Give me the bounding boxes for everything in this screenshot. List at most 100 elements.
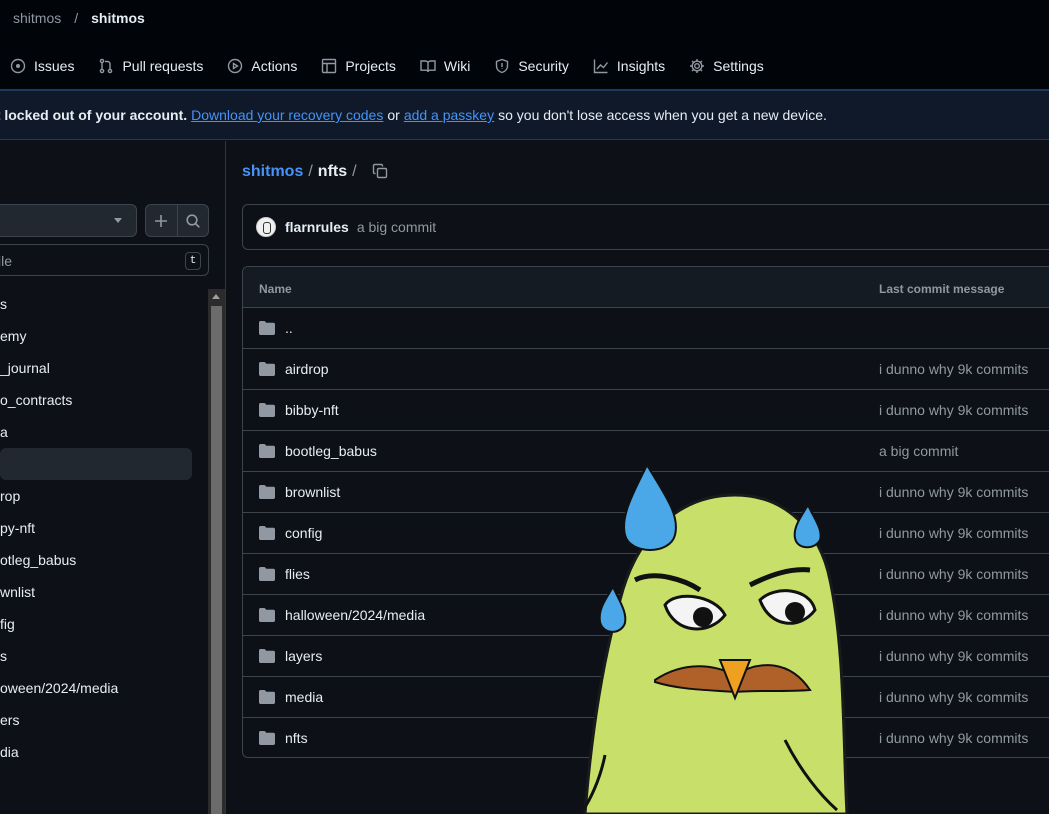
tab-label: Projects — [345, 58, 396, 74]
tree-item-selected[interactable] — [0, 448, 192, 480]
issue-icon — [10, 58, 26, 74]
tree-actions — [145, 204, 209, 237]
file-commit-message[interactable]: i dunno why 9k commits — [879, 648, 1028, 664]
table-row[interactable]: airdrop i dunno why 9k commits — [243, 349, 1049, 390]
table-row[interactable]: .. — [243, 308, 1049, 349]
banner-text: or — [387, 107, 400, 123]
tab-issues[interactable]: Issues — [2, 52, 82, 80]
copy-icon — [372, 163, 387, 179]
tree-item[interactable]: rop — [0, 480, 208, 512]
file-commit-message[interactable]: i dunno why 9k commits — [879, 484, 1028, 500]
tab-projects[interactable]: Projects — [313, 52, 404, 80]
search-button[interactable] — [178, 205, 209, 236]
tab-label: Insights — [616, 58, 666, 74]
file-tree: s emy _journal o_contracts a rop py-nft … — [0, 288, 208, 768]
tree-item[interactable]: fig — [0, 608, 208, 640]
file-name-link[interactable]: layers — [285, 648, 322, 664]
folder-icon — [259, 321, 275, 335]
file-name-link[interactable]: .. — [285, 320, 293, 336]
folder-icon — [259, 690, 275, 704]
chevron-down-icon — [114, 218, 122, 223]
tree-item[interactable]: dia — [0, 736, 208, 768]
add-file-button[interactable] — [146, 205, 178, 236]
file-commit-message[interactable]: i dunno why 9k commits — [879, 525, 1028, 541]
sidebar-scrollbar[interactable] — [208, 289, 225, 814]
file-commit-message[interactable]: i dunno why 9k commits — [879, 566, 1028, 582]
folder-icon — [259, 362, 275, 376]
latest-commit: flarnrules a big commit — [242, 204, 1049, 250]
banner-warning: et locked out of your account. — [0, 107, 188, 123]
tab-label: Pull requests — [122, 58, 204, 74]
file-name-link[interactable]: halloween/2024/media — [285, 607, 425, 623]
file-commit-message[interactable]: i dunno why 9k commits — [879, 402, 1028, 418]
path-root-link[interactable]: shitmos — [242, 163, 303, 181]
file-name-link[interactable]: airdrop — [285, 361, 329, 377]
scroll-up-arrow-icon[interactable] — [212, 294, 220, 299]
tree-item[interactable]: emy — [0, 320, 208, 352]
file-name-link[interactable]: bibby-nft — [285, 402, 339, 418]
recovery-codes-link[interactable]: Download your recovery codes — [191, 107, 383, 123]
owner-link[interactable]: shitmos — [13, 10, 61, 26]
tree-item[interactable]: a — [0, 416, 208, 448]
file-commit-message[interactable]: i dunno why 9k commits — [879, 689, 1028, 705]
folder-icon — [259, 526, 275, 540]
book-icon — [420, 60, 436, 73]
pull-request-icon — [100, 58, 113, 74]
tab-actions[interactable]: Actions — [219, 52, 305, 80]
copy-path-button[interactable] — [372, 163, 390, 181]
tree-item[interactable]: ers — [0, 704, 208, 736]
go-to-file-input[interactable]: ile t — [0, 244, 209, 276]
keyboard-shortcut: t — [185, 252, 201, 270]
tab-label: Security — [518, 58, 569, 74]
file-commit-message[interactable]: i dunno why 9k commits — [879, 607, 1028, 623]
column-header-name: Name — [259, 282, 292, 296]
tree-item[interactable]: otleg_babus — [0, 544, 208, 576]
folder-icon — [259, 403, 275, 417]
repo-nav: Issues Pull requests Actions Projects Wi… — [0, 52, 772, 80]
folder-icon — [259, 731, 275, 745]
file-name-link[interactable]: flies — [285, 566, 310, 582]
file-name-link[interactable]: media — [285, 689, 323, 705]
file-name-link[interactable]: config — [285, 525, 322, 541]
file-tree-sidebar: ile t s emy _journal o_contracts a rop p… — [0, 141, 226, 814]
scrollbar-thumb[interactable] — [211, 306, 222, 814]
tab-insights[interactable]: Insights — [585, 52, 673, 80]
filter-placeholder: ile — [0, 253, 13, 269]
tree-item[interactable]: wnlist — [0, 576, 208, 608]
plus-icon — [155, 214, 168, 227]
file-path-breadcrumb: shitmos / nfts / — [242, 163, 390, 181]
add-passkey-link[interactable]: add a passkey — [404, 107, 494, 123]
file-name-link[interactable]: brownlist — [285, 484, 340, 500]
tree-item[interactable]: s — [0, 640, 208, 672]
tree-item[interactable]: o_contracts — [0, 384, 208, 416]
folder-icon — [259, 444, 275, 458]
table-row[interactable]: bibby-nft i dunno why 9k commits — [243, 390, 1049, 431]
file-commit-message[interactable]: i dunno why 9k commits — [879, 730, 1028, 746]
banner-text: so you don't lose access when you get a … — [498, 107, 827, 123]
folder-icon — [259, 608, 275, 622]
column-header-message: Last commit message — [879, 282, 1005, 296]
path-separator: / — [308, 163, 313, 180]
tab-pull-requests[interactable]: Pull requests — [90, 52, 211, 80]
tree-item[interactable]: s — [0, 288, 208, 320]
tab-settings[interactable]: Settings — [681, 52, 772, 80]
commit-message[interactable]: a big commit — [357, 219, 436, 235]
file-commit-message[interactable]: a big commit — [879, 443, 958, 459]
commit-author[interactable]: flarnrules — [285, 219, 349, 235]
tree-item[interactable]: oween/2024/media — [0, 672, 208, 704]
file-name-link[interactable]: nfts — [285, 730, 308, 746]
repo-header: shitmos / shitmos Issues Pull requests A… — [0, 0, 1049, 90]
repo-breadcrumb: shitmos / shitmos — [13, 10, 145, 26]
table-header: Name Last commit message — [243, 267, 1049, 308]
security-banner: et locked out of your account. Download … — [0, 90, 1049, 140]
avatar[interactable] — [256, 217, 276, 237]
search-icon — [186, 213, 200, 228]
tab-wiki[interactable]: Wiki — [412, 52, 478, 80]
tree-item[interactable]: _journal — [0, 352, 208, 384]
tree-item[interactable]: py-nft — [0, 512, 208, 544]
repo-link[interactable]: shitmos — [91, 10, 145, 26]
tab-security[interactable]: Security — [486, 52, 577, 80]
file-name-link[interactable]: bootleg_babus — [285, 443, 377, 459]
branch-selector[interactable] — [0, 204, 137, 237]
file-commit-message[interactable]: i dunno why 9k commits — [879, 361, 1028, 377]
